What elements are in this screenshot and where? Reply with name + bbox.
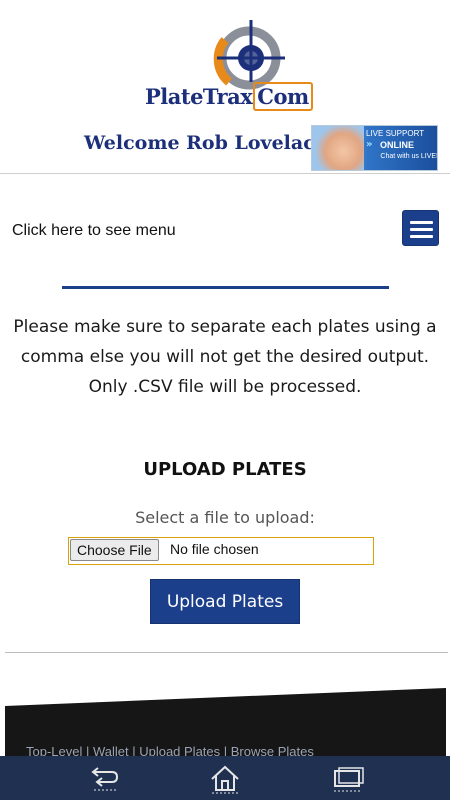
chevron-right-icon: » (366, 139, 373, 150)
upload-instructions: Please make sure to separate each plates… (13, 317, 437, 397)
screen-icon[interactable] (330, 762, 364, 796)
section-divider (62, 286, 389, 289)
file-status: No file chosen (170, 541, 259, 557)
welcome-message: Welcome Rob Lovelace! (84, 132, 336, 154)
support-agent-image (312, 126, 364, 170)
home-icon[interactable] (208, 762, 242, 796)
logo-wordmark[interactable]: PlateTrax Com (145, 82, 313, 111)
live-support-subtitle: Chat with us LIVE! (380, 153, 438, 160)
back-icon[interactable] (88, 762, 122, 796)
live-support-title: LIVE SUPPORT (366, 129, 425, 138)
footer: Top-Level | Wallet | Upload Plates | Bro… (0, 686, 450, 759)
bottom-navigation-bar (0, 756, 450, 800)
logo-name: PlateTrax (145, 84, 253, 109)
upload-plates-button[interactable]: Upload Plates (150, 579, 300, 624)
menu-prompt: Click here to see menu (12, 222, 176, 239)
upload-heading: UPLOAD PLATES (143, 459, 307, 480)
file-select-label: Select a file to upload: (135, 508, 315, 527)
logo-suffix: Com (253, 82, 313, 111)
choose-file-button[interactable]: Choose File (70, 539, 159, 561)
header: PlateTrax Com Welcome Rob Lovelace! LIVE … (0, 0, 450, 174)
file-input[interactable]: Choose File No file chosen (68, 537, 374, 565)
hamburger-menu-icon[interactable] (402, 210, 439, 246)
live-support-status: ONLINE (380, 140, 415, 150)
live-support-banner[interactable]: LIVE SUPPORT » ONLINE Chat with us LIVE! (311, 125, 438, 171)
footer-divider (5, 652, 448, 653)
